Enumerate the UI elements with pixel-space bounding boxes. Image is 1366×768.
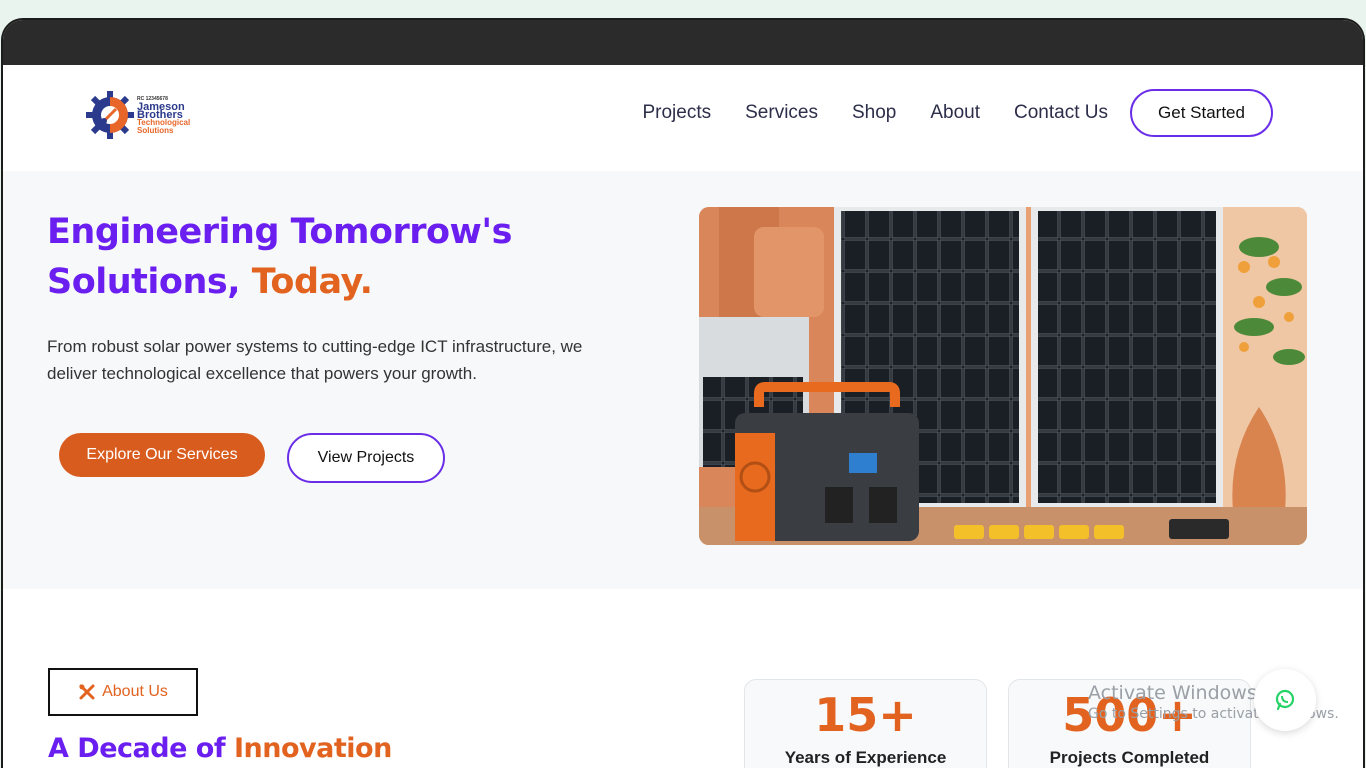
company-logo[interactable]: RC 12345678 Jameson Brothers Technologic… <box>85 87 205 143</box>
logo-text: RC 12345678 Jameson Brothers Technologic… <box>137 95 190 135</box>
about-section: About Us A Decade of Innovation 15+ Year… <box>3 589 1363 768</box>
hero-title-accent: Today. <box>251 262 373 302</box>
hero-section: Engineering Tomorrow's Solutions, Today.… <box>3 171 1363 589</box>
stat-value: 15+ <box>814 688 917 742</box>
hero-description: From robust solar power systems to cutti… <box>47 337 583 383</box>
stat-card-experience: 15+ Years of Experience <box>744 679 987 768</box>
get-started-button[interactable]: Get Started <box>1130 89 1273 137</box>
whatsapp-icon <box>1275 689 1295 711</box>
hero-image-solar-panels <box>699 207 1307 545</box>
nav-link-services[interactable]: Services <box>745 102 818 124</box>
browser-frame: RC 12345678 Jameson Brothers Technologic… <box>1 18 1365 768</box>
view-projects-button[interactable]: View Projects <box>287 433 445 483</box>
hero-title: Engineering Tomorrow's Solutions, Today. <box>47 207 512 307</box>
whatsapp-chat-button[interactable] <box>1254 669 1316 731</box>
about-title-text: A Decade of <box>48 733 226 764</box>
stat-value: 500+ <box>1062 688 1197 742</box>
nav-link-contact[interactable]: Contact Us <box>1014 102 1108 124</box>
top-bar <box>3 20 1363 65</box>
about-title-accent: Innovation <box>234 733 392 764</box>
stat-label: Projects Completed <box>1049 748 1210 767</box>
tools-icon <box>79 684 95 700</box>
gear-icon <box>86 91 134 139</box>
explore-services-button[interactable]: Explore Our Services <box>59 433 265 477</box>
nav-link-about[interactable]: About <box>930 102 980 124</box>
about-title: A Decade of Innovation <box>48 733 392 764</box>
nav-link-shop[interactable]: Shop <box>852 102 896 124</box>
stat-label: Years of Experience <box>784 748 947 767</box>
logo-line-4: Solutions <box>137 126 174 135</box>
hero-title-solutions: Solutions, <box>47 262 241 302</box>
hero-title-line-2: Solutions, Today. <box>47 257 512 307</box>
hero-title-line-1: Engineering Tomorrow's <box>47 212 512 252</box>
about-us-badge: About Us <box>48 668 198 716</box>
nav-link-projects[interactable]: Projects <box>642 102 711 124</box>
nav-links: Projects Services Shop About Contact Us … <box>642 89 1273 137</box>
stat-card-projects: 500+ Projects Completed <box>1008 679 1251 768</box>
about-us-badge-label: About Us <box>102 683 168 700</box>
main-navigation: RC 12345678 Jameson Brothers Technologic… <box>3 65 1363 171</box>
